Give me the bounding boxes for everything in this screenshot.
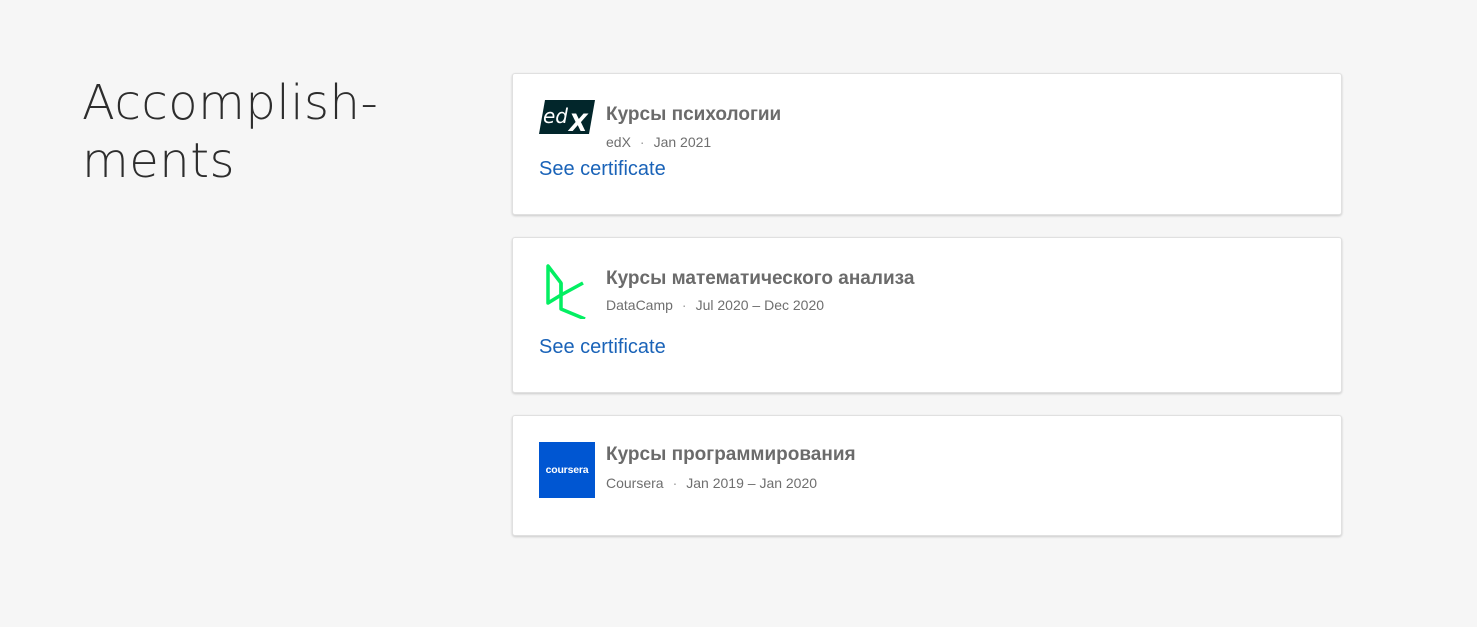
separator-dot: ·: [672, 475, 678, 491]
course-title: Курсы программирования: [606, 444, 856, 465]
course-date: Jan 2019 – Jan 2020: [686, 475, 818, 491]
separator-dot: ·: [639, 134, 645, 150]
svg-text:X: X: [567, 109, 589, 134]
section-title-line-1: Accomplish-: [82, 75, 379, 131]
course-meta: DataCamp · Jul 2020 – Dec 2020: [606, 297, 824, 313]
accomplishments-list: ed X Курсы психологии edX · Jan 2021 See c…: [512, 73, 1342, 558]
section-title-line-2: ments: [82, 133, 236, 189]
course-date: Jul 2020 – Dec 2020: [695, 297, 825, 313]
accomplishment-card: ed X Курсы психологии edX · Jan 2021 See c…: [512, 73, 1342, 215]
provider-name: DataCamp: [606, 297, 673, 313]
section-title: Accomplish- ments: [82, 74, 442, 190]
coursera-logo-text: coursera: [545, 464, 589, 476]
course-meta: edX · Jan 2021: [606, 134, 711, 150]
edx-logo: ed X: [539, 100, 595, 137]
separator-dot: ·: [681, 297, 687, 313]
course-title: Курсы психологии: [606, 104, 782, 125]
svg-text:ed: ed: [543, 104, 568, 128]
course-title: Курсы математического анализа: [606, 268, 915, 289]
see-certificate-link[interactable]: See certificate: [539, 158, 666, 181]
course-date: Jan 2021: [653, 134, 712, 150]
see-certificate-link[interactable]: See certificate: [539, 336, 666, 359]
provider-name: edX: [606, 134, 631, 150]
accomplishment-card: coursera Курсы программирования Coursera…: [512, 415, 1342, 536]
datacamp-logo: [539, 263, 595, 321]
course-meta: Coursera · Jan 2019 – Jan 2020: [606, 475, 817, 491]
provider-name: Coursera: [606, 475, 664, 491]
accomplishment-card: Курсы математического анализа DataCamp · J…: [512, 237, 1342, 393]
coursera-logo: coursera: [539, 442, 595, 498]
